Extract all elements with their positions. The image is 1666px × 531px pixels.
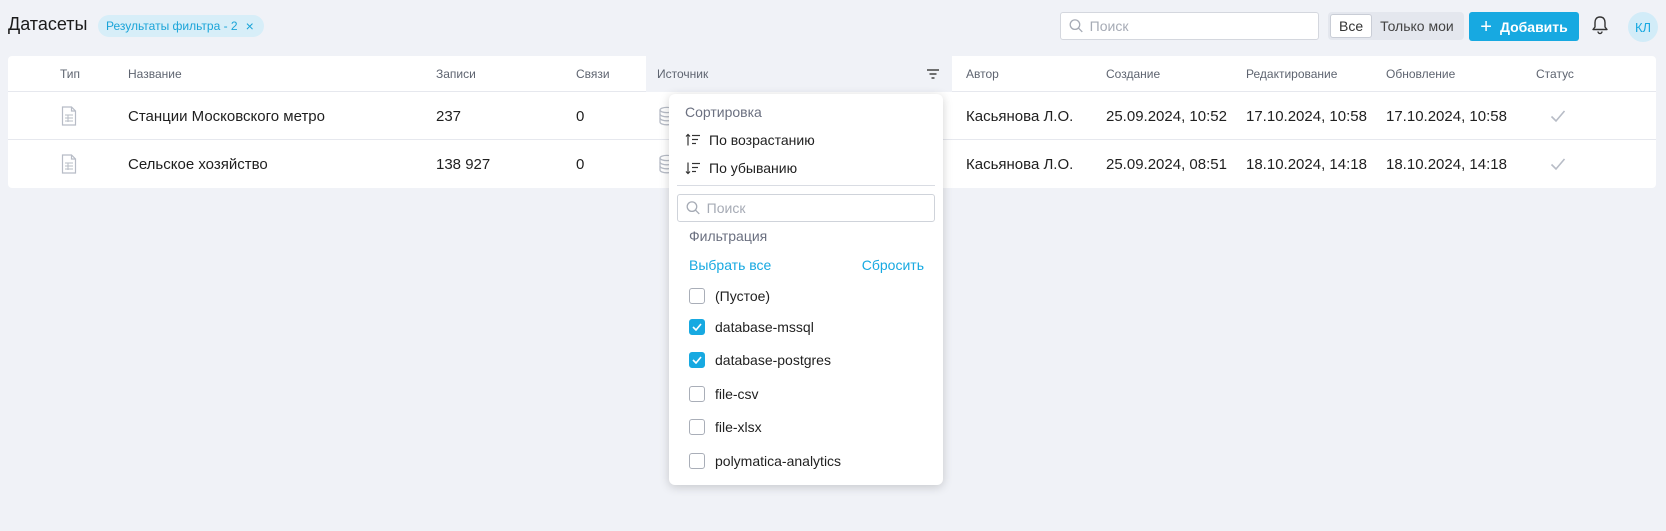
- sort-descending-icon: [685, 162, 700, 175]
- sort-desc-label: По убыванию: [709, 160, 798, 176]
- created-cell: 25.09.2024, 08:51: [1106, 155, 1227, 173]
- plus-icon: +: [1480, 15, 1492, 38]
- search-input[interactable]: [1089, 18, 1318, 34]
- updated-cell: 17.10.2024, 10:58: [1386, 107, 1507, 125]
- status-cell: [1550, 140, 1566, 188]
- menu-search-input[interactable]: [706, 200, 934, 216]
- avatar[interactable]: КЛ: [1628, 12, 1658, 42]
- column-header-type[interactable]: Тип: [60, 56, 80, 92]
- search-field[interactable]: [1060, 12, 1319, 40]
- sort-section-title: Сортировка: [685, 104, 762, 120]
- type-cell: [61, 140, 77, 188]
- search-icon: [1069, 19, 1083, 33]
- search-icon: [686, 201, 700, 215]
- status-cell: [1550, 92, 1566, 140]
- add-button[interactable]: + Добавить: [1469, 12, 1579, 41]
- filter-icon[interactable]: [926, 67, 940, 81]
- links-cell: 0: [576, 107, 585, 125]
- checkbox-checked[interactable]: [689, 352, 705, 368]
- sort-ascending-icon: [685, 133, 700, 146]
- column-header-updated[interactable]: Обновление: [1386, 56, 1455, 92]
- datasets-page: Датасеты Результаты фильтра - 2 × Все То…: [0, 0, 1666, 531]
- bell-icon[interactable]: [1591, 15, 1609, 35]
- filter-option-csv[interactable]: file-csv: [689, 384, 759, 404]
- option-label: file-csv: [715, 386, 759, 402]
- option-label: polymatica-analytics: [715, 453, 842, 469]
- toggle-mine-button[interactable]: Только мои: [1372, 14, 1462, 38]
- menu-search-field[interactable]: [677, 194, 935, 222]
- name-cell[interactable]: Станции Московского метро: [128, 92, 325, 140]
- links-cell: 0: [576, 155, 585, 173]
- option-label: file-xlsx: [715, 419, 762, 435]
- column-header-name[interactable]: Название: [128, 56, 182, 92]
- checkbox[interactable]: [689, 453, 705, 469]
- select-all-link[interactable]: Выбрать все: [689, 257, 771, 273]
- filter-option-polymatica[interactable]: polymatica-analytics: [689, 451, 841, 471]
- records-cell: 237: [436, 107, 462, 125]
- checkmark-icon: [692, 323, 702, 331]
- add-button-label: Добавить: [1499, 18, 1568, 35]
- filter-section-title: Фильтрация: [689, 228, 768, 244]
- option-label: database-postgres: [715, 352, 831, 368]
- column-header-links[interactable]: Связи: [576, 56, 610, 92]
- close-icon[interactable]: ×: [246, 19, 254, 33]
- updated-cell: 18.10.2024, 14:18: [1386, 155, 1507, 173]
- records-cell: 138 927: [436, 155, 491, 173]
- filter-option-empty[interactable]: (Пустое): [689, 286, 770, 306]
- checkbox[interactable]: [689, 419, 705, 435]
- edited-cell: 17.10.2024, 10:58: [1246, 107, 1367, 125]
- column-header-author[interactable]: Автор: [966, 56, 999, 92]
- checkbox[interactable]: [689, 288, 705, 304]
- page-title: Датасеты: [8, 14, 88, 34]
- check-icon: [1550, 158, 1566, 171]
- filter-option-postgres[interactable]: database-postgres: [689, 350, 831, 370]
- header: Датасеты Результаты фильтра - 2 × Все То…: [0, 0, 1666, 52]
- table-header: Тип Название Записи Связи Источник Автор…: [8, 56, 1656, 92]
- file-table-icon: [61, 106, 77, 126]
- checkmark-icon: [692, 356, 702, 364]
- author-cell: Касьянова Л.О.: [966, 107, 1074, 125]
- filter-chip-label: Результаты фильтра - 2: [106, 19, 238, 33]
- file-table-icon: [61, 154, 77, 174]
- option-label: (Пустое): [715, 288, 771, 304]
- created-cell: 25.09.2024, 10:52: [1106, 107, 1227, 125]
- column-header-status[interactable]: Статус: [1536, 56, 1574, 92]
- author-cell: Касьянова Л.О.: [966, 155, 1074, 173]
- sort-desc-option[interactable]: По убыванию: [685, 157, 797, 179]
- filter-option-xlsx[interactable]: file-xlsx: [689, 417, 762, 437]
- sort-asc-option[interactable]: По возрастанию: [685, 129, 815, 151]
- toggle-all-button[interactable]: Все: [1330, 14, 1373, 38]
- menu-divider: [677, 185, 935, 186]
- column-header-created[interactable]: Создание: [1106, 56, 1160, 92]
- name-cell[interactable]: Сельское хозяйство: [128, 140, 268, 188]
- checkbox-checked[interactable]: [689, 319, 705, 335]
- ownership-toggle: Все Только мои: [1328, 12, 1464, 40]
- check-icon: [1550, 110, 1566, 123]
- column-header-records[interactable]: Записи: [436, 56, 476, 92]
- source-filter-dropdown: Сортировка По возрастанию По убыванию По…: [669, 94, 943, 485]
- sort-asc-label: По возрастанию: [709, 132, 815, 148]
- checkbox[interactable]: [689, 386, 705, 402]
- column-header-edited[interactable]: Редактирование: [1246, 56, 1337, 92]
- reset-link[interactable]: Сбросить: [862, 257, 924, 273]
- option-label: database-mssql: [715, 319, 814, 335]
- filter-option-mssql[interactable]: database-mssql: [689, 317, 814, 337]
- edited-cell: 18.10.2024, 14:18: [1246, 155, 1367, 173]
- type-cell: [61, 92, 77, 140]
- filter-result-chip: Результаты фильтра - 2 ×: [98, 15, 264, 37]
- column-header-source[interactable]: Источник: [657, 56, 708, 92]
